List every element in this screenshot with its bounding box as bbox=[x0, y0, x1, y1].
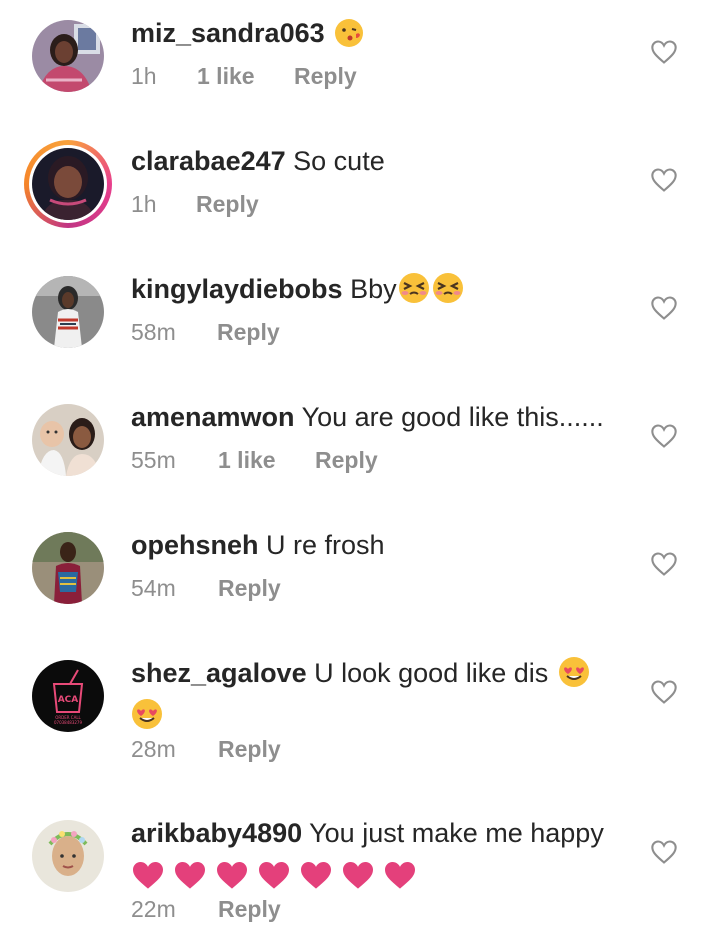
pink-hearts-row bbox=[131, 855, 631, 891]
reply-button[interactable]: Reply bbox=[218, 734, 281, 764]
comment-username[interactable]: amenamwon bbox=[131, 402, 295, 432]
comment-text: clarabae247 So cute bbox=[131, 143, 631, 179]
reply-button[interactable]: Reply bbox=[196, 189, 259, 219]
pink-heart-emoji bbox=[175, 861, 205, 889]
comment-time: 1h bbox=[131, 191, 157, 217]
pink-heart-emoji bbox=[385, 861, 415, 889]
like-heart-icon[interactable] bbox=[650, 550, 678, 578]
comment-meta: 22m Reply bbox=[131, 894, 281, 924]
avatar[interactable]: ACA ORDER CALL 07038483279 bbox=[32, 660, 104, 732]
comment-meta: 28m Reply bbox=[131, 734, 281, 764]
comment-text: arikbaby4890 You just make me happy bbox=[131, 815, 631, 891]
reply-button[interactable]: Reply bbox=[294, 61, 357, 91]
avatar-badge-line2: 07038483279 bbox=[54, 720, 82, 725]
comment-username[interactable]: miz_sandra063 bbox=[131, 18, 325, 48]
avatar-story-ring[interactable] bbox=[24, 140, 112, 228]
comment-username[interactable]: shez_agalove bbox=[131, 658, 307, 688]
comment-time: 55m bbox=[131, 447, 176, 473]
comment-text: opehsneh U re frosh bbox=[131, 527, 631, 563]
like-heart-icon[interactable] bbox=[650, 678, 678, 706]
like-heart-icon[interactable] bbox=[650, 38, 678, 66]
comment-text: kingylaydiebobs Bby bbox=[131, 271, 631, 313]
svg-text:ACA: ACA bbox=[58, 695, 79, 705]
comment-likes[interactable]: 1 like bbox=[218, 445, 315, 475]
avatar[interactable] bbox=[32, 20, 104, 92]
comment-text: amenamwon You are good like this...... bbox=[131, 399, 631, 435]
comments-list: miz_sandra063 1h 1 like Reply clarabae24… bbox=[0, 0, 720, 939]
comment-meta: 54m Reply bbox=[131, 573, 281, 603]
avatar[interactable] bbox=[32, 532, 104, 604]
comment-text: shez_agalove U look good like dis bbox=[131, 655, 611, 739]
reply-button[interactable]: Reply bbox=[218, 573, 281, 603]
comment-time: 1h bbox=[131, 63, 157, 89]
heart-eyes-emoji bbox=[558, 656, 590, 697]
heart-eyes-emoji bbox=[131, 698, 163, 739]
like-heart-icon[interactable] bbox=[650, 838, 678, 866]
comment-message: U re frosh bbox=[266, 530, 385, 560]
kissing-face-emoji bbox=[334, 18, 364, 57]
comment-likes[interactable]: 1 like bbox=[197, 61, 294, 91]
pink-heart-emoji bbox=[343, 861, 373, 889]
avatar[interactable] bbox=[32, 820, 104, 892]
comment-message: You just make me happy bbox=[309, 818, 604, 848]
avatar[interactable] bbox=[32, 404, 104, 476]
comment-message: You are good like this...... bbox=[301, 402, 604, 432]
comment-message: U look good like dis bbox=[314, 658, 549, 688]
squinting-face-emoji bbox=[397, 272, 431, 313]
comment-meta: 55m 1 like Reply bbox=[131, 445, 378, 475]
comment-meta: 1h 1 like Reply bbox=[131, 61, 357, 91]
reply-button[interactable]: Reply bbox=[315, 445, 378, 475]
avatar-image bbox=[32, 20, 104, 92]
avatar-image bbox=[32, 820, 104, 892]
avatar-image bbox=[32, 404, 104, 476]
comment-time: 54m bbox=[131, 575, 176, 601]
avatar-image: ACA ORDER CALL 07038483279 bbox=[32, 660, 104, 732]
comment-message: So cute bbox=[293, 146, 385, 176]
comment-time: 58m bbox=[131, 319, 176, 345]
avatar[interactable] bbox=[32, 276, 104, 348]
comment-message: Bby bbox=[350, 274, 397, 304]
comment-username[interactable]: clarabae247 bbox=[131, 146, 286, 176]
squinting-face-emoji bbox=[431, 272, 465, 313]
like-heart-icon[interactable] bbox=[650, 422, 678, 450]
pink-heart-emoji bbox=[133, 861, 163, 889]
like-heart-icon[interactable] bbox=[650, 294, 678, 322]
comment-text: miz_sandra063 bbox=[131, 15, 631, 57]
comment-meta: 1h Reply bbox=[131, 189, 259, 219]
like-heart-icon[interactable] bbox=[650, 166, 678, 194]
pink-heart-emoji bbox=[217, 861, 247, 889]
pink-heart-emoji bbox=[259, 861, 289, 889]
comment-username[interactable]: arikbaby4890 bbox=[131, 818, 302, 848]
pink-heart-emoji bbox=[301, 861, 331, 889]
avatar-image bbox=[32, 148, 104, 220]
reply-button[interactable]: Reply bbox=[218, 894, 281, 924]
comment-time: 28m bbox=[131, 736, 176, 762]
avatar-image bbox=[32, 532, 104, 604]
comment-username[interactable]: kingylaydiebobs bbox=[131, 274, 343, 304]
avatar-image bbox=[32, 276, 104, 348]
reply-button[interactable]: Reply bbox=[217, 317, 280, 347]
comment-time: 22m bbox=[131, 896, 176, 922]
comment-username[interactable]: opehsneh bbox=[131, 530, 259, 560]
comment-meta: 58m Reply bbox=[131, 317, 280, 347]
